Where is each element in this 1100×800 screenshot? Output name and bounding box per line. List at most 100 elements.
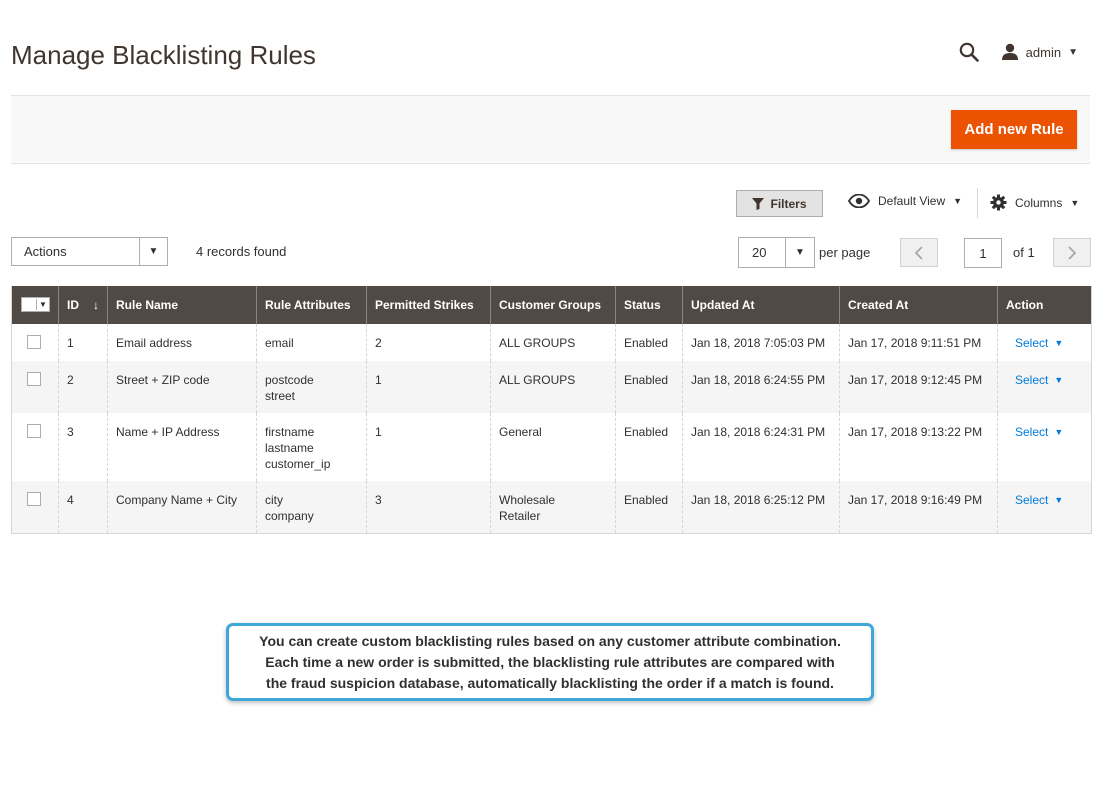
cell-permitted-strikes: 2	[366, 324, 491, 361]
caret-down-icon: ▼	[139, 238, 167, 265]
column-header-permitted-strikes[interactable]: Permitted Strikes	[366, 286, 491, 324]
column-header-customer-groups[interactable]: Customer Groups	[490, 286, 616, 324]
columns-label: Columns	[1015, 195, 1063, 210]
cell-created-at: Jan 17, 2018 9:12:45 PM	[839, 361, 998, 413]
previous-page-button[interactable]	[900, 238, 938, 267]
info-callout: You can create custom blacklisting rules…	[226, 623, 874, 701]
cell-id: 4	[58, 481, 108, 534]
column-header-status[interactable]: Status	[615, 286, 683, 324]
grid-header-row: ▼ ID ↓ Rule Name Rule Attributes Permitte…	[11, 286, 1092, 324]
mass-select-header: ▼	[11, 286, 59, 324]
cell-rule-name: Name + IP Address	[107, 413, 257, 481]
rules-grid: ▼ ID ↓ Rule Name Rule Attributes Permitte…	[11, 286, 1092, 534]
page-number-input[interactable]	[964, 238, 1002, 268]
cell-status: Enabled	[615, 413, 683, 481]
table-row: 4 Company Name + City city company 3 Whol…	[11, 481, 1092, 534]
column-header-id[interactable]: ID ↓	[58, 286, 108, 324]
row-checkbox[interactable]	[27, 424, 41, 438]
cell-customer-groups: ALL GROUPS	[490, 324, 616, 361]
row-checkbox-cell	[11, 413, 59, 481]
column-header-updated-at[interactable]: Updated At	[682, 286, 840, 324]
cell-status: Enabled	[615, 481, 683, 534]
add-new-rule-button[interactable]: Add new Rule	[951, 110, 1077, 149]
callout-line: the fraud suspicion database, automatica…	[266, 674, 834, 691]
cell-created-at: Jan 17, 2018 9:16:49 PM	[839, 481, 998, 534]
next-page-button[interactable]	[1053, 238, 1091, 267]
filter-icon	[752, 197, 765, 210]
caret-down-icon: ▼	[1054, 338, 1064, 348]
per-page-label: per page	[819, 245, 871, 260]
page-title: Manage Blacklisting Rules	[11, 40, 316, 70]
cell-status: Enabled	[615, 361, 683, 413]
cell-status: Enabled	[615, 324, 683, 361]
per-page-value: 20	[752, 245, 767, 260]
row-checkbox-cell	[11, 361, 59, 413]
page-count: of 1	[1013, 245, 1035, 260]
mass-select-checkbox[interactable]: ▼	[21, 297, 50, 312]
default-view-label: Default View	[878, 194, 946, 208]
search-icon[interactable]	[959, 42, 979, 62]
row-checkbox[interactable]	[27, 492, 41, 506]
row-action-select[interactable]: Select ▼	[1006, 372, 1063, 388]
cell-action: Select ▼	[997, 361, 1092, 413]
caret-down-icon: ▼	[1054, 427, 1064, 437]
row-action-select[interactable]: Select ▼	[1006, 335, 1063, 351]
user-name: admin	[1025, 44, 1062, 60]
row-checkbox[interactable]	[27, 335, 41, 349]
row-checkbox[interactable]	[27, 372, 41, 386]
cell-rule-attributes: firstname lastname customer_ip	[256, 413, 367, 481]
cell-rule-attributes: city company	[256, 481, 367, 534]
cell-updated-at: Jan 18, 2018 7:05:03 PM	[682, 324, 840, 361]
column-header-rule-attributes[interactable]: Rule Attributes	[256, 286, 367, 324]
caret-down-icon: ▼	[1070, 197, 1080, 208]
cell-action: Select ▼	[997, 481, 1092, 534]
cell-id: 2	[58, 361, 108, 413]
row-action-select[interactable]: Select ▼	[1006, 492, 1063, 508]
cell-rule-name: Company Name + City	[107, 481, 257, 534]
caret-down-icon: ▼	[1054, 495, 1064, 505]
row-checkbox-cell	[11, 481, 59, 534]
records-found: 4 records found	[196, 244, 287, 259]
callout-line: Each time a new order is submitted, the …	[265, 653, 835, 670]
cell-permitted-strikes: 1	[366, 413, 491, 481]
row-action-select[interactable]: Select ▼	[1006, 424, 1063, 440]
callout-line: You can create custom blacklisting rules…	[259, 632, 841, 649]
caret-down-icon: ▼	[953, 196, 963, 206]
sort-down-arrow-icon: ↓	[93, 298, 99, 312]
cell-rule-attributes: postcode street	[256, 361, 367, 413]
cell-created-at: Jan 17, 2018 9:13:22 PM	[839, 413, 998, 481]
cell-permitted-strikes: 1	[366, 361, 491, 413]
cell-customer-groups: Wholesale Retailer	[490, 481, 616, 534]
cell-updated-at: Jan 18, 2018 6:25:12 PM	[682, 481, 840, 534]
chevron-right-icon	[1068, 245, 1076, 260]
user-icon	[1001, 43, 1019, 61]
table-row: 1 Email address email 2 ALL GROUPS Enabl…	[11, 324, 1092, 361]
chevron-left-icon	[915, 245, 923, 260]
grid-toolbar-top: Filters Default View ▼ Columns ▼	[0, 188, 1090, 220]
cell-rule-name: Email address	[107, 324, 257, 361]
filters-button[interactable]: Filters	[736, 190, 823, 217]
caret-down-icon: ▼	[785, 238, 814, 267]
column-header-created-at[interactable]: Created At	[839, 286, 998, 324]
user-menu[interactable]: admin ▼	[1001, 43, 1078, 61]
filters-label: Filters	[770, 196, 807, 211]
columns-dropdown[interactable]: Columns ▼	[990, 194, 1079, 211]
cell-customer-groups: ALL GROUPS	[490, 361, 616, 413]
table-row: 2 Street + ZIP code postcode street 1 ALL…	[11, 361, 1092, 413]
cell-rule-name: Street + ZIP code	[107, 361, 257, 413]
default-view-dropdown[interactable]: Default View ▼	[848, 194, 962, 208]
cell-updated-at: Jan 18, 2018 6:24:55 PM	[682, 361, 840, 413]
cell-customer-groups: General	[490, 413, 616, 481]
per-page-select[interactable]: 20 ▼	[738, 237, 815, 268]
mass-actions-select[interactable]: Actions ▼	[11, 237, 168, 266]
caret-down-icon: ▼	[1068, 46, 1078, 58]
mass-actions-label: Actions	[24, 244, 67, 259]
cell-id: 1	[58, 324, 108, 361]
eye-icon	[848, 194, 870, 208]
column-header-action: Action	[997, 286, 1092, 324]
header-actions: admin ▼	[959, 42, 1078, 62]
page-actions-bar: Add new Rule	[11, 95, 1090, 164]
caret-down-icon: ▼	[1054, 375, 1064, 385]
row-checkbox-cell	[11, 324, 59, 361]
column-header-rule-name[interactable]: Rule Name	[107, 286, 257, 324]
